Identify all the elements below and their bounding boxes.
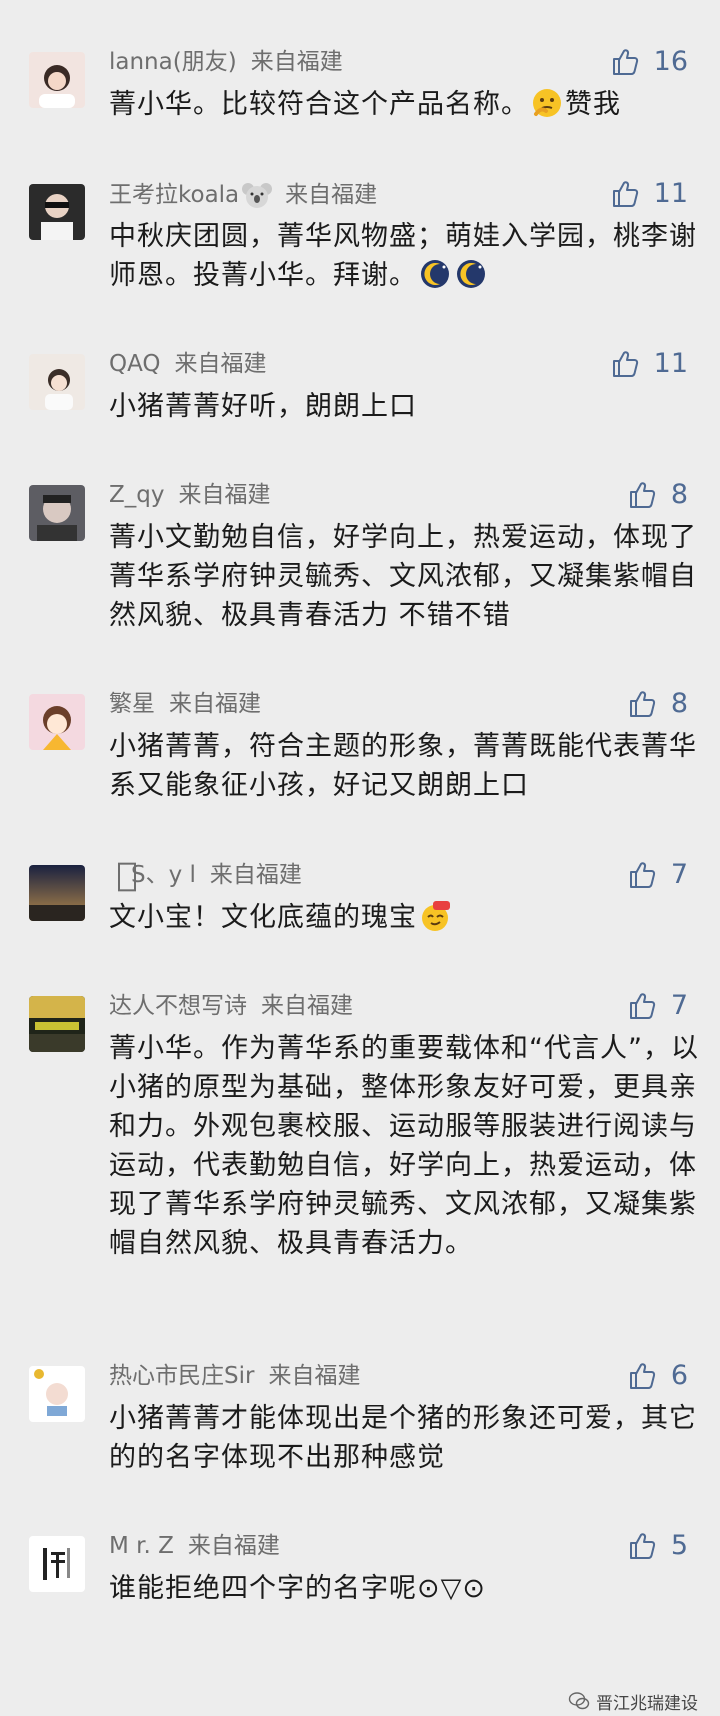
like-button[interactable]: 7: [627, 859, 688, 891]
commenter-name[interactable]: QAQ: [109, 351, 161, 377]
comment-header: 王考拉koala 来自福建: [109, 179, 377, 209]
location-label: 来自福建: [250, 49, 343, 75]
comment-text-part: 小猪菁菁才能体现出是个猪的形象还可爱，其它的的名字体现不出那种感觉: [109, 1403, 697, 1473]
avatar[interactable]: [29, 865, 85, 921]
like-button[interactable]: 5: [627, 1530, 688, 1562]
commenter-name[interactable]: M r. Z: [109, 1533, 174, 1559]
location-label: 来自福建: [169, 691, 261, 717]
like-count: 8: [670, 688, 688, 719]
666-face-icon: [419, 900, 451, 932]
commenter-name[interactable]: 王考拉koala: [109, 182, 239, 208]
commenter-name[interactable]: 繁星: [109, 691, 155, 717]
like-count: 16: [653, 46, 688, 77]
location-label: 来自福建: [187, 1533, 280, 1559]
like-count: 11: [653, 348, 688, 379]
location-label: 来自福建: [261, 993, 353, 1019]
comment-text-part: 小猪菁菁好听，朗朗上口: [109, 391, 417, 422]
thumbs-up-icon: [610, 179, 640, 209]
location-label: 来自福建: [209, 862, 302, 888]
comment-text-part: 菁小华。作为菁华系的重要载体和“代言人”，以小猪的原型为基础，整体形象友好可爱，…: [109, 1033, 699, 1259]
comment-header: 达人不想写诗 来自福建: [109, 991, 353, 1021]
like-button[interactable]: 16: [610, 46, 688, 78]
commenter-name[interactable]: 热心市民庄Sir: [109, 1363, 254, 1389]
comment-text: 小猪菁菁好听，朗朗上口: [109, 387, 699, 426]
like-count: 6: [670, 1360, 688, 1391]
comment-text: 文小宝！文化底蕴的瑰宝: [109, 898, 699, 937]
comment-text-part: 菁小华。比较符合这个产品名称。: [109, 89, 529, 120]
comment-text: 谁能拒绝四个字的名字呢⊙▽⊙: [109, 1569, 699, 1608]
thinking-face-icon: [531, 87, 563, 119]
thumbs-up-icon: [627, 480, 657, 510]
thumbs-up-icon: [610, 47, 640, 77]
avatar[interactable]: [29, 1536, 85, 1592]
comment-header: 繁星 来自福建: [109, 689, 261, 719]
comment-text-part: 中秋庆团圆，菁华风物盛；萌娃入学园，桃李谢师恩。投菁小华。拜谢。: [109, 221, 697, 291]
commenter-name[interactable]: lanna(朋友): [109, 49, 237, 75]
comment-text-part: 文小宝！文化底蕴的瑰宝: [109, 902, 417, 933]
comment-header: M r. Z 来自福建: [109, 1531, 280, 1561]
avatar[interactable]: [29, 354, 85, 410]
sleeping-moon-icon: [419, 258, 451, 290]
comment-text: 小猪菁菁，符合主题的形象，菁菁既能代表菁华系又能象征小孩，好记又朗朗上口: [109, 727, 699, 805]
star-icon: [111, 861, 136, 892]
comment-text-part: 谁能拒绝四个字的名字呢⊙▽⊙: [109, 1573, 487, 1604]
thumbs-up-icon: [610, 349, 640, 379]
like-button[interactable]: 11: [610, 178, 688, 210]
comment-text: 菁小文勤勉自信，好学向上，热爱运动，体现了菁华系学府钟灵毓秀、文风浓郁，又凝集紫…: [109, 518, 699, 635]
commenter-name[interactable]: 达人不想写诗: [109, 993, 247, 1019]
like-count: 11: [653, 178, 688, 209]
wechat-icon: [568, 1692, 590, 1710]
thumbs-up-icon: [627, 689, 657, 719]
account-watermark: 晋江兆瑞建设: [568, 1686, 698, 1716]
comment-text: 中秋庆团圆，菁华风物盛；萌娃入学园，桃李谢师恩。投菁小华。拜谢。: [109, 217, 699, 295]
sleeping-moon-icon: [455, 258, 487, 290]
watermark-text: 晋江兆瑞建设: [596, 1693, 698, 1714]
comment-header: S、y l 来自福建: [109, 860, 302, 892]
location-label: 来自福建: [174, 351, 267, 377]
comment-header: 热心市民庄Sir 来自福建: [109, 1361, 360, 1391]
comment-header: lanna(朋友) 来自福建: [109, 47, 343, 77]
comment-text: 菁小华。比较符合这个产品名称。 赞我: [109, 85, 699, 124]
like-count: 8: [670, 479, 688, 510]
thumbs-up-icon: [627, 860, 657, 890]
comment-header: Z_qy 来自福建: [109, 480, 270, 510]
thumbs-up-icon: [627, 1531, 657, 1561]
thumbs-up-icon: [627, 1361, 657, 1391]
location-label: 来自福建: [178, 482, 271, 508]
location-label: 来自福建: [285, 182, 378, 208]
location-label: 来自福建: [268, 1363, 361, 1389]
avatar[interactable]: [29, 485, 85, 541]
avatar[interactable]: [29, 1366, 85, 1422]
koala-icon: [241, 179, 273, 208]
commenter-name[interactable]: S、y l: [131, 862, 196, 888]
like-count: 7: [670, 990, 688, 1021]
comment-text: 菁小华。作为菁华系的重要载体和“代言人”，以小猪的原型为基础，整体形象友好可爱，…: [109, 1029, 699, 1263]
comment-text: 小猪菁菁才能体现出是个猪的形象还可爱，其它的的名字体现不出那种感觉: [109, 1399, 699, 1477]
commenter-name[interactable]: Z_qy: [109, 482, 164, 508]
avatar[interactable]: [29, 184, 85, 240]
like-count: 5: [670, 1530, 688, 1561]
comment-text-tail: 赞我: [565, 89, 621, 120]
comment-text-part: 小猪菁菁，符合主题的形象，菁菁既能代表菁华系又能象征小孩，好记又朗朗上口: [109, 731, 697, 801]
like-button[interactable]: 7: [627, 990, 688, 1022]
like-button[interactable]: 8: [627, 688, 688, 720]
comment-header: QAQ 来自福建: [109, 349, 267, 379]
avatar[interactable]: [29, 694, 85, 750]
like-count: 7: [670, 859, 688, 890]
like-button[interactable]: 8: [627, 479, 688, 511]
comment-text-part: 菁小文勤勉自信，好学向上，热爱运动，体现了菁华系学府钟灵毓秀、文风浓郁，又凝集紫…: [109, 522, 697, 631]
like-button[interactable]: 11: [610, 348, 688, 380]
thumbs-up-icon: [627, 991, 657, 1021]
avatar[interactable]: [29, 996, 85, 1052]
like-button[interactable]: 6: [627, 1360, 688, 1392]
avatar[interactable]: [29, 52, 85, 108]
